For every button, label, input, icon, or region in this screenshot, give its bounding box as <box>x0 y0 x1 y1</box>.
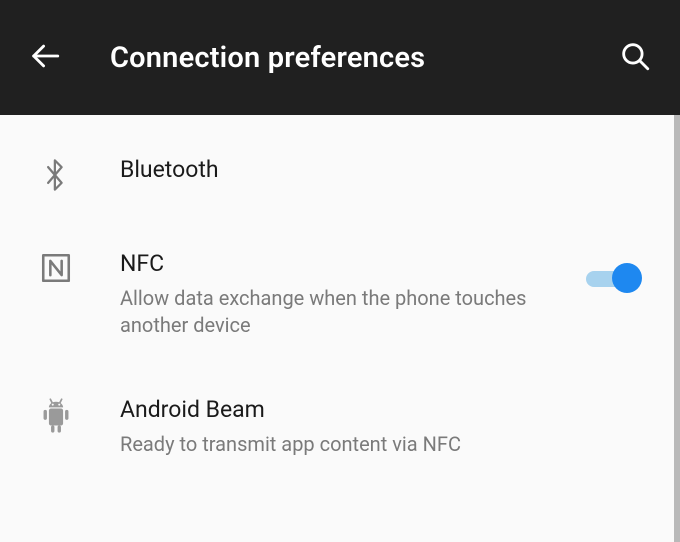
settings-list: Bluetooth NFC Allow data exchange when t… <box>0 115 680 542</box>
pref-android-beam[interactable]: Android Beam Ready to transmit app conte… <box>0 367 674 486</box>
nfc-toggle[interactable] <box>586 267 640 287</box>
pref-bluetooth[interactable]: Bluetooth <box>0 127 674 221</box>
pref-title: Bluetooth <box>120 155 646 185</box>
pref-nfc[interactable]: NFC Allow data exchange when the phone t… <box>0 221 674 367</box>
page-title: Connection preferences <box>110 41 618 75</box>
pref-subtitle: Allow data exchange when the phone touch… <box>120 285 540 339</box>
bluetooth-icon <box>32 155 80 193</box>
app-bar: Connection preferences <box>0 0 680 115</box>
back-button[interactable] <box>28 39 62 77</box>
pref-title: NFC <box>120 249 586 279</box>
pref-title: Android Beam <box>120 395 646 425</box>
nfc-icon <box>32 249 80 285</box>
search-button[interactable] <box>618 39 652 77</box>
toggle-thumb <box>612 263 642 293</box>
search-icon <box>618 39 652 77</box>
android-icon <box>32 395 80 437</box>
pref-subtitle: Ready to transmit app content via NFC <box>120 431 540 458</box>
arrow-left-icon <box>28 39 62 77</box>
